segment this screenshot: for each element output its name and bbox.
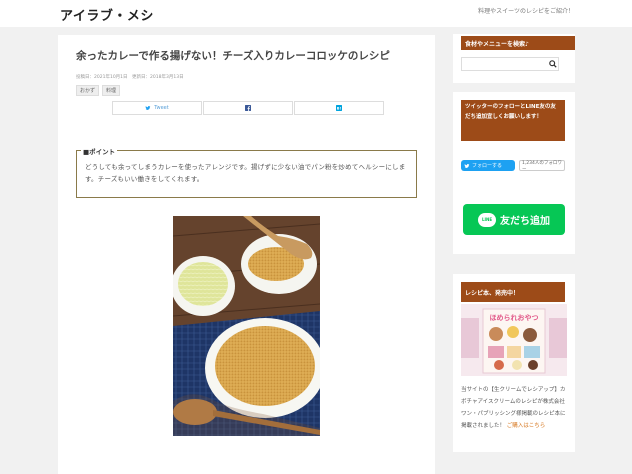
book-description: 当サイトの【生クリームでレシアップ】カボチャアイスクリームのレシピが株式会社ワン… [461, 384, 567, 432]
book-purchase-link[interactable]: ご購入はこちら [507, 423, 546, 429]
point-label: ■ポイント [81, 146, 118, 156]
line-icon: LINE [478, 212, 496, 227]
search-widget: 食材やメニューを検索♪ [453, 34, 575, 83]
post-tags: おかず 料理 [76, 85, 121, 96]
svg-text:B!: B! [337, 107, 342, 111]
site-title[interactable]: アイラブ・メシ [60, 5, 154, 24]
share-buttons: Tweet B! [112, 101, 384, 115]
article: 余ったカレーで作る揚げない！チーズ入りカレーコロッケのレシピ 投稿日：2021年… [58, 35, 435, 474]
facebook-icon [245, 105, 251, 111]
site-tagline: 料理やスイーツのレシピをご紹介！ [478, 8, 574, 15]
tweet-button[interactable]: Tweet [112, 101, 202, 115]
facebook-share-button[interactable] [203, 101, 293, 115]
follow-heading: ツイッターのフォローとLINE友の友だち追加宜しくお願いします！ [461, 100, 565, 141]
post-title: 余ったカレーで作る揚げない！チーズ入りカレーコロッケのレシピ [76, 50, 390, 62]
book-cover-image[interactable]: ほめられおやつ [461, 304, 567, 376]
hatena-bookmark-icon: B! [336, 105, 342, 111]
twitter-follower-count: 1,234人のフォロワー [519, 160, 565, 172]
search-heading: 食材やメニューを検索♪ [461, 36, 575, 50]
book-heading: レシピ本、発売中！ [461, 282, 565, 302]
hatena-bookmark-button[interactable]: B! [294, 101, 384, 115]
line-add-friend-button[interactable]: LINE 友だち追加 [463, 204, 565, 235]
follow-widget: ツイッターのフォローとLINE友の友だち追加宜しくお願いします！ フォローする … [453, 92, 575, 254]
post-meta: 投稿日：2021年10月1日 更新日：2018年3月13日 [76, 75, 184, 80]
tag-link[interactable]: 料理 [102, 85, 121, 96]
twitter-icon [145, 106, 151, 111]
site-header: アイラブ・メシ 料理やスイーツのレシピをご紹介！ [0, 0, 632, 27]
search-icon[interactable] [549, 60, 557, 68]
point-box: ■ポイント どうしても余ってしまうカレーを使ったアレンジです。揚げずに少ない油で… [76, 146, 417, 198]
tag-link[interactable]: おかず [76, 85, 100, 96]
point-text: どうしても余ってしまうカレーを使ったアレンジです。揚げずに少ない油でパン粉を炒め… [85, 163, 406, 183]
recipe-photo [173, 216, 320, 436]
book-widget: レシピ本、発売中！ ほめられおやつ 当サイトの【生クリームでレシアップ】カボチャ… [453, 274, 575, 452]
twitter-follow-label: フォローする [472, 163, 503, 169]
line-add-friend-label: 友だち追加 [500, 216, 550, 227]
search-input[interactable] [461, 57, 559, 71]
tweet-label: Tweet [154, 105, 169, 111]
twitter-follow-button[interactable]: フォローする [461, 160, 515, 171]
twitter-icon [464, 163, 470, 168]
book-cover-title: ほめられおやつ [490, 313, 539, 322]
